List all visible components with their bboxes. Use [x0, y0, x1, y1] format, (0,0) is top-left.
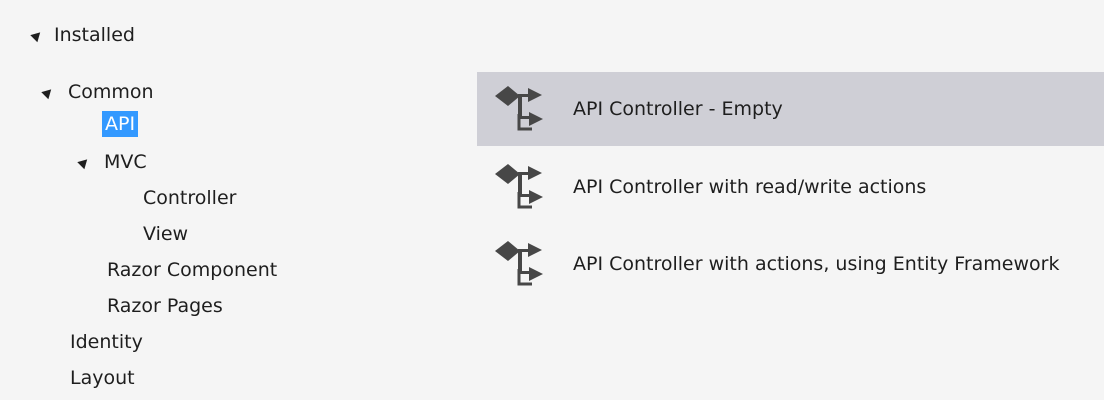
installed-header[interactable]: Installed [0, 0, 1104, 70]
template-label: API Controller with read/write actions [573, 176, 927, 198]
add-scaffold-dialog: Installed Common API MVC Controller View… [0, 0, 1104, 400]
tree-item-layout[interactable]: Layout [67, 361, 138, 395]
tree-item-label: Razor Pages [107, 295, 223, 317]
template-label: API Controller with actions, using Entit… [573, 253, 1060, 275]
template-item-api-controller-entity-framework[interactable]: API Controller with actions, using Entit… [477, 227, 1104, 301]
tree-item-mvc[interactable]: MVC [77, 145, 150, 179]
tree-item-label: Identity [70, 331, 143, 353]
tree-item-view[interactable]: View [140, 217, 191, 251]
tree-item-label: Razor Component [107, 259, 278, 281]
tree-item-api[interactable]: API [102, 107, 139, 141]
tree-item-label: Common [68, 81, 154, 103]
collapse-triangle-icon[interactable] [41, 85, 55, 99]
tree-item-label: Controller [143, 187, 237, 209]
tree-item-razor-component[interactable]: Razor Component [104, 253, 280, 287]
template-item-api-controller-read-write[interactable]: API Controller with read/write actions [477, 150, 1104, 224]
template-list: API Controller - Empty API Controller wi… [477, 70, 1104, 400]
tree-item-controller[interactable]: Controller [140, 181, 239, 215]
api-controller-icon [495, 164, 543, 209]
installed-label: Installed [54, 24, 135, 46]
tree-item-label: MVC [104, 151, 147, 173]
tree-item-label: View [143, 223, 189, 245]
api-controller-icon [495, 241, 543, 286]
collapse-triangle-icon[interactable] [30, 28, 44, 42]
tree-item-common[interactable]: Common [41, 75, 157, 109]
tree-item-label: API [102, 111, 139, 137]
template-category-tree: Common API MVC Controller View Razor Com… [0, 70, 477, 400]
template-label: API Controller - Empty [573, 98, 783, 120]
tree-item-razor-pages[interactable]: Razor Pages [104, 289, 226, 323]
tree-item-identity[interactable]: Identity [67, 325, 146, 359]
api-controller-icon [495, 86, 543, 131]
tree-item-label: Layout [70, 367, 135, 389]
template-item-api-controller-empty[interactable]: API Controller - Empty [477, 72, 1104, 146]
collapse-triangle-icon[interactable] [77, 155, 91, 169]
